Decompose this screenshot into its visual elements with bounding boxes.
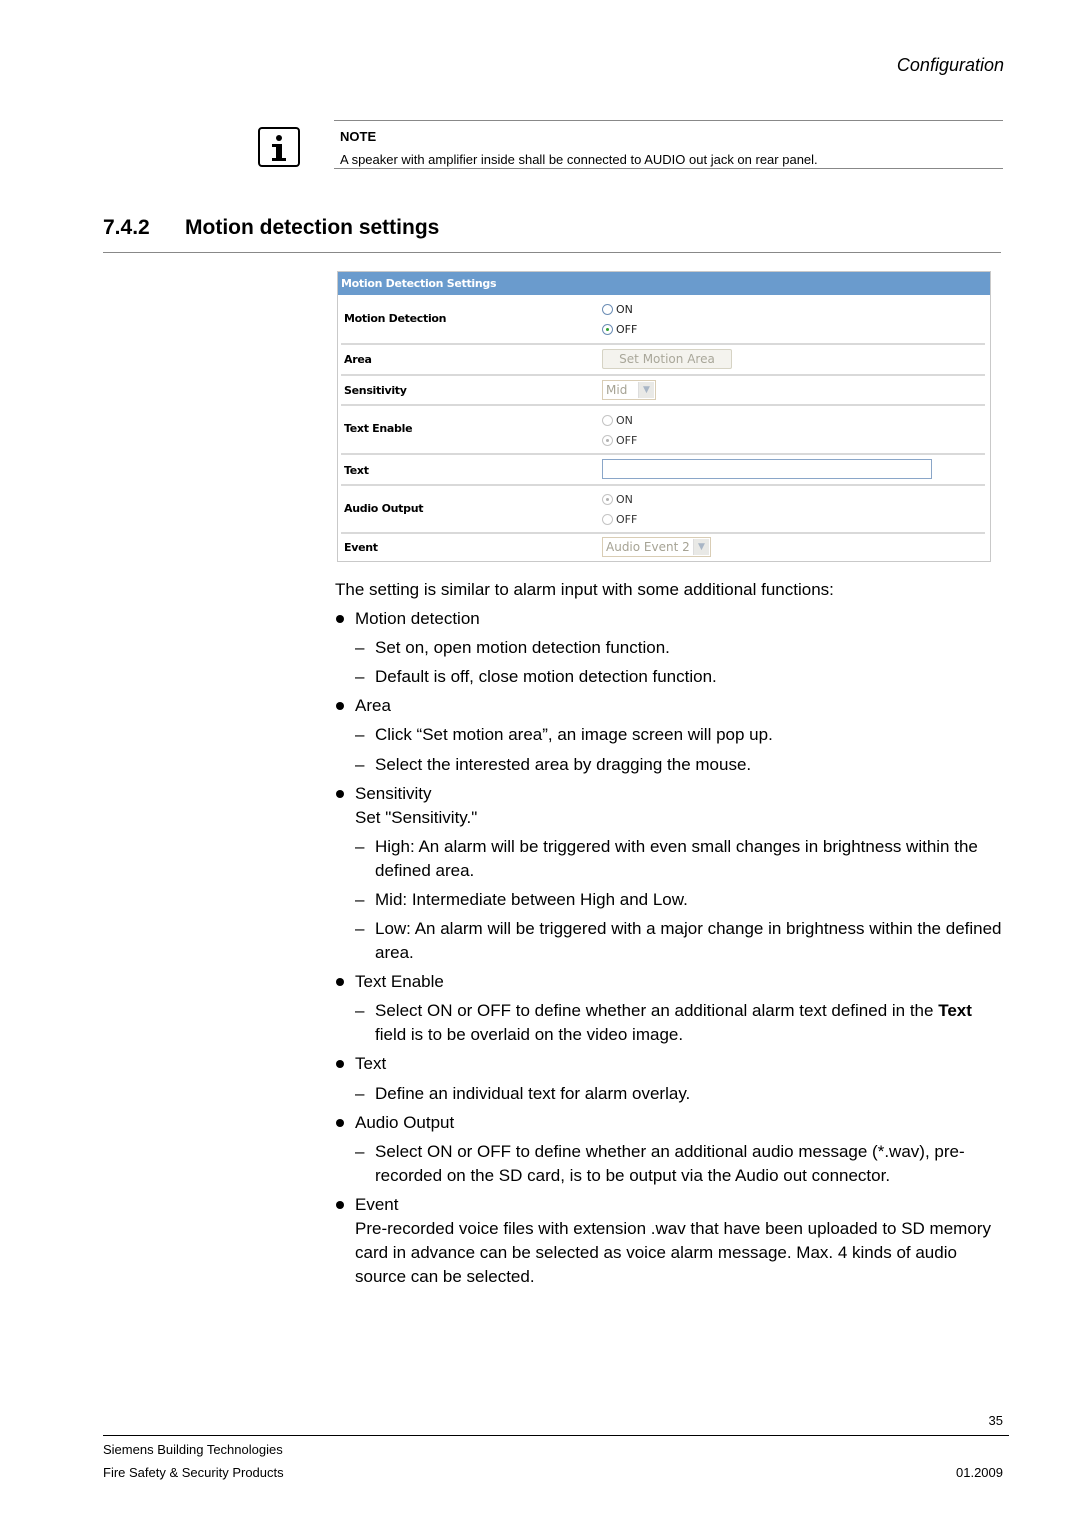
section-title: Motion detection settings — [185, 216, 440, 239]
row-event: Event Audio Event 2 ▼ — [341, 534, 985, 562]
audio-output-off-option[interactable]: OFF — [602, 513, 637, 526]
text-input[interactable] — [602, 459, 932, 479]
radio-button-checked[interactable] — [602, 324, 613, 335]
motion-detection-off-option[interactable]: OFF — [602, 323, 637, 336]
bullet-icon — [336, 790, 344, 798]
event-paragraph: Pre-recorded voice files with extension … — [355, 1219, 991, 1286]
note-title: NOTE — [340, 129, 377, 144]
text-enable-off-option[interactable]: OFF — [602, 434, 637, 447]
radio-button[interactable] — [602, 415, 613, 426]
row-sensitivity: Sensitivity Mid ▼ — [341, 376, 985, 406]
sensitivity-label: Sensitivity — [344, 384, 407, 397]
text-enable-on-option[interactable]: ON — [602, 414, 633, 427]
sensitivity-subtitle: Set "Sensitivity." — [355, 808, 478, 827]
section-heading: 7.4.2 Motion detection settings — [103, 216, 439, 240]
note-text: A speaker with amplifier inside shall be… — [340, 152, 818, 167]
footer-date: 01.2009 — [956, 1465, 1003, 1480]
motion-detection-settings-panel: Motion Detection Settings Motion Detecti… — [337, 271, 991, 562]
text-enable-label: Text Enable — [344, 422, 413, 435]
note-box: NOTE A speaker with amplifier inside sha… — [334, 120, 1003, 169]
row-motion-detection: Motion Detection ON OFF — [341, 295, 985, 345]
bullet-icon — [336, 1119, 344, 1127]
bullet-icon — [336, 615, 344, 623]
event-label: Event — [344, 541, 378, 554]
heading-divider — [103, 252, 1001, 253]
motion-detection-on-option[interactable]: ON — [602, 303, 633, 316]
radio-button-checked[interactable] — [602, 435, 613, 446]
radio-button-checked[interactable] — [602, 494, 613, 505]
footer-divider — [103, 1435, 1009, 1436]
row-area: Area Set Motion Area — [341, 345, 985, 376]
chevron-down-icon: ▼ — [693, 539, 709, 555]
intro-text: The setting is similar to alarm input wi… — [335, 580, 834, 599]
bullet-icon — [336, 1201, 344, 1209]
page-number: 35 — [988, 1413, 1003, 1428]
info-icon — [258, 127, 300, 167]
row-text: Text — [341, 455, 985, 486]
footer-division: Fire Safety & Security Products — [103, 1465, 284, 1480]
footer-company: Siemens Building Technologies — [103, 1442, 283, 1457]
set-motion-area-button[interactable]: Set Motion Area — [602, 349, 732, 369]
running-header: Configuration — [896, 55, 1004, 75]
area-label: Area — [344, 353, 372, 366]
section-number: 7.4.2 — [103, 216, 150, 239]
radio-button[interactable] — [602, 514, 613, 525]
event-select[interactable]: Audio Event 2 ▼ — [602, 537, 711, 557]
row-audio-output: Audio Output ON OFF — [341, 486, 985, 534]
bullet-icon — [336, 1060, 344, 1068]
radio-button[interactable] — [602, 304, 613, 315]
motion-detection-label: Motion Detection — [344, 312, 447, 325]
row-text-enable: Text Enable ON OFF — [341, 406, 985, 455]
panel-title: Motion Detection Settings — [338, 272, 990, 295]
sensitivity-select[interactable]: Mid ▼ — [602, 380, 656, 400]
audio-output-on-option[interactable]: ON — [602, 493, 633, 506]
bullet-icon — [336, 978, 344, 986]
bullet-icon — [336, 702, 344, 710]
text-label: Text — [344, 464, 369, 477]
chevron-down-icon: ▼ — [638, 382, 654, 398]
audio-output-label: Audio Output — [344, 502, 424, 515]
